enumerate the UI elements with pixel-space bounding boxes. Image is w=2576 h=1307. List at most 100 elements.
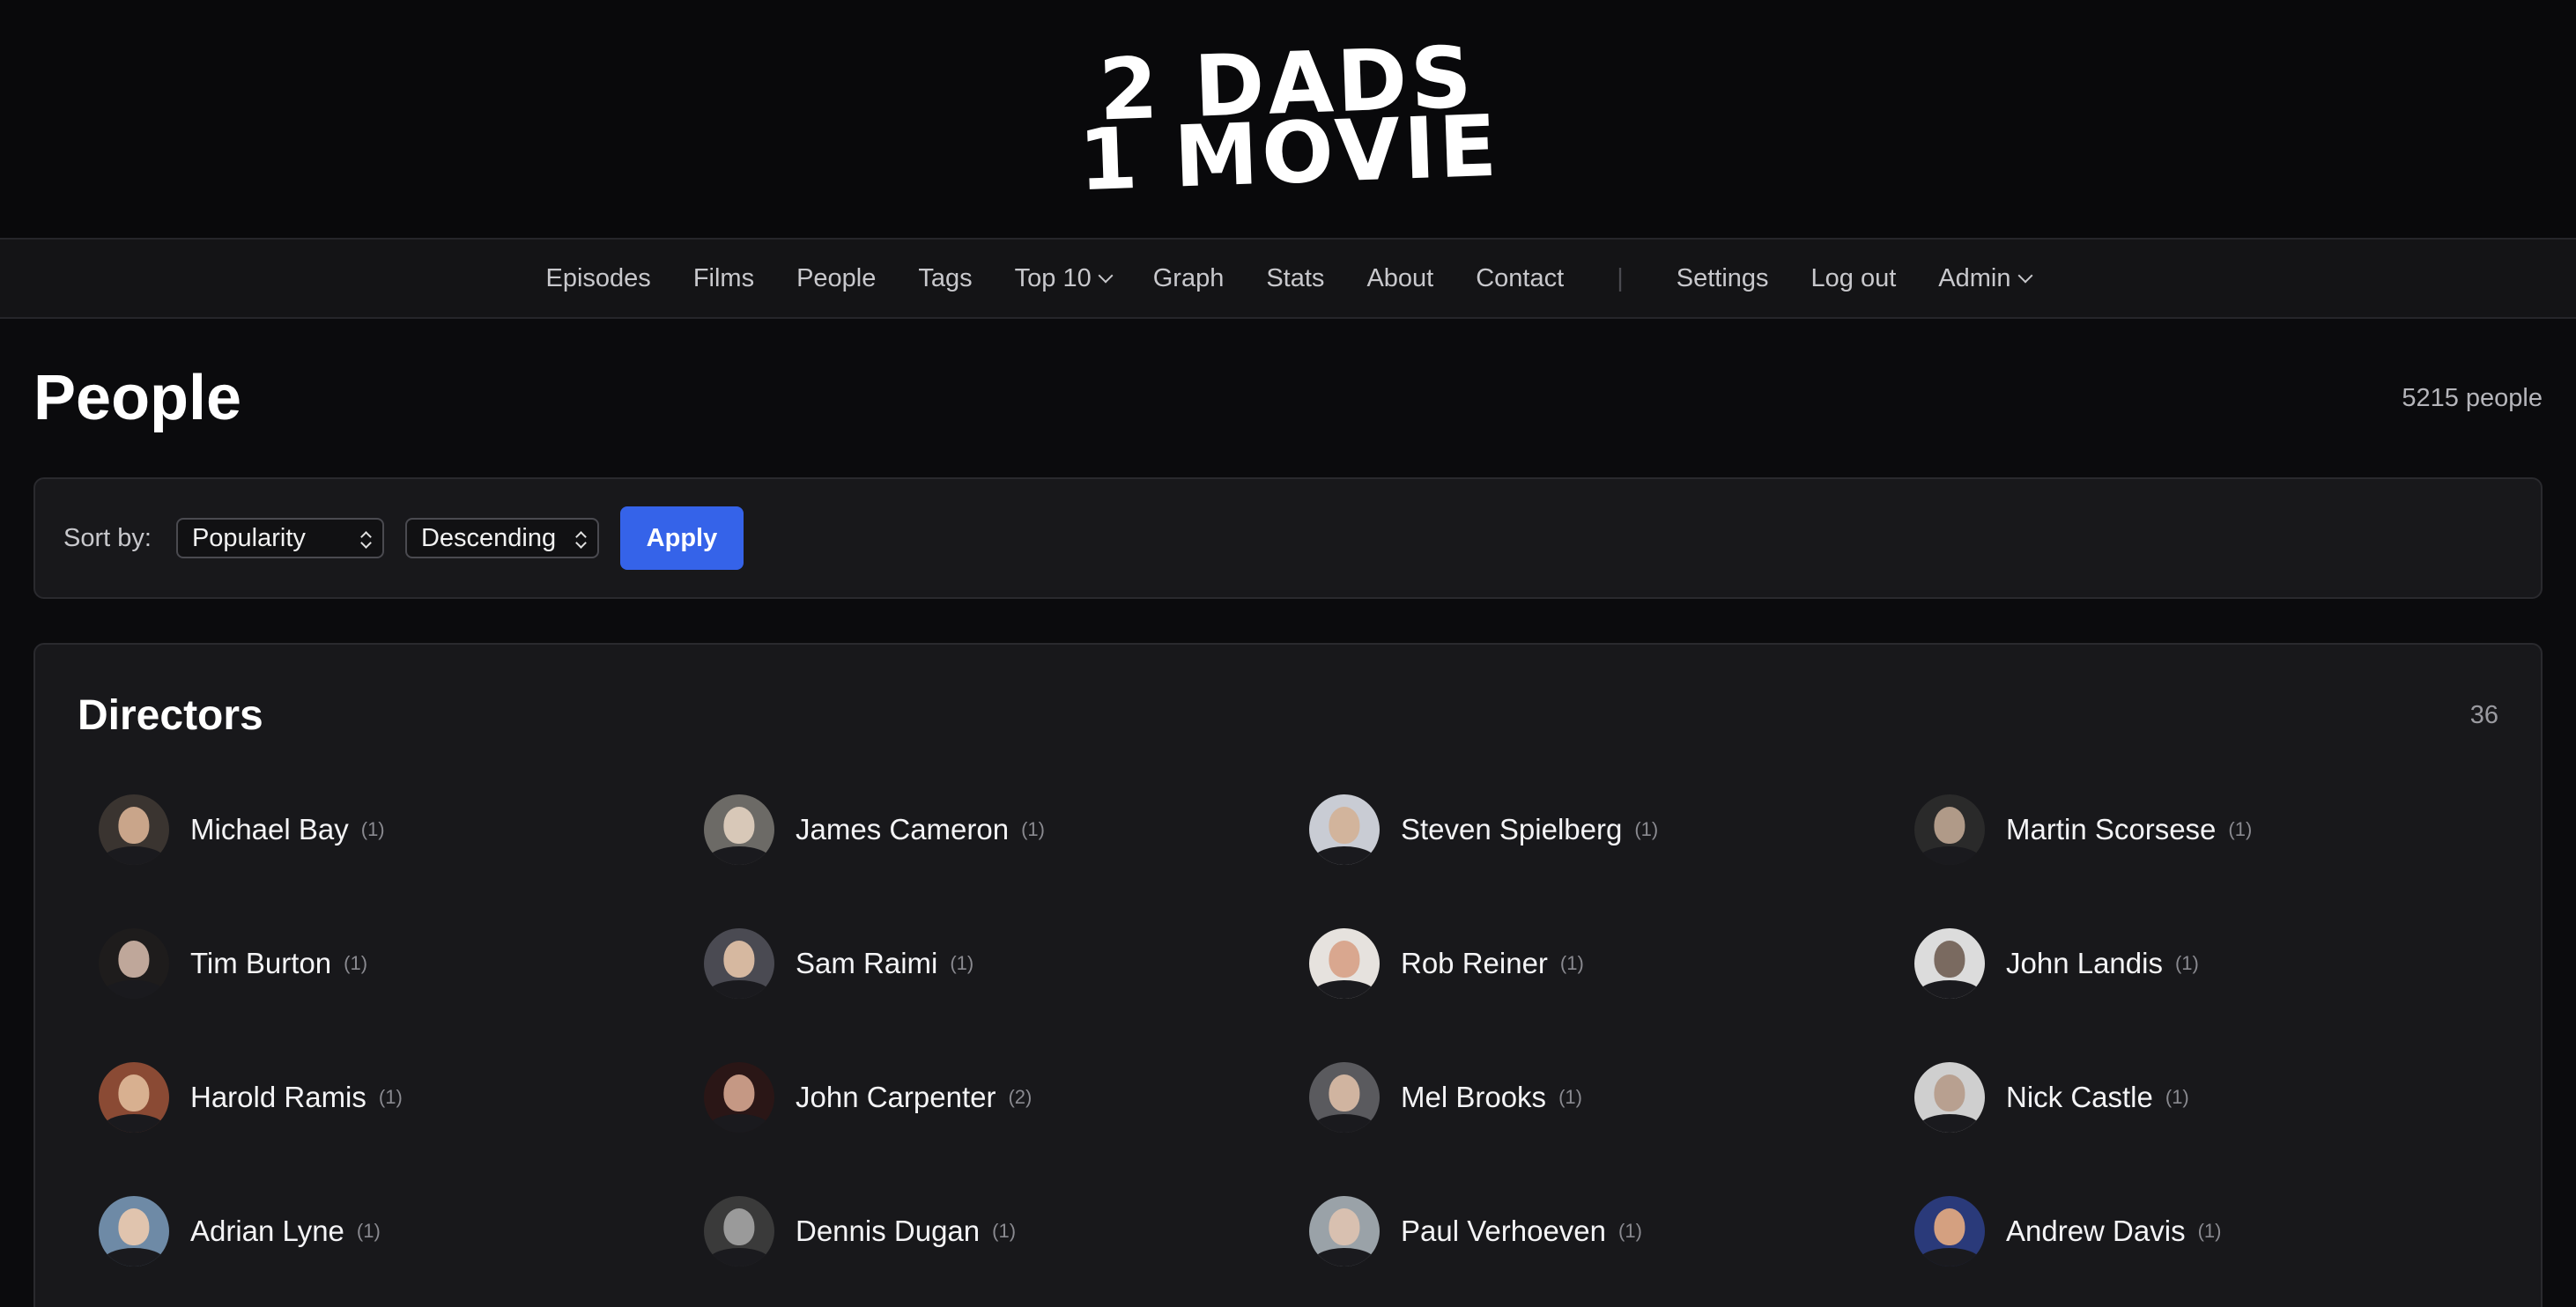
- person-name: Sam Raimi: [796, 947, 938, 979]
- person-name: James Cameron: [796, 813, 1010, 845]
- avatar: [1309, 1196, 1380, 1266]
- sort-order-select[interactable]: Descending: [404, 518, 599, 558]
- sort-field-select[interactable]: Popularity: [175, 518, 384, 558]
- nav-top10[interactable]: Top 10: [1014, 263, 1114, 293]
- person-film-count: (1): [378, 1086, 403, 1108]
- person-film-count: (1): [992, 1220, 1017, 1242]
- person-name: Rob Reiner: [1401, 947, 1548, 979]
- sort-panel: Sort by: Popularity Descending Apply: [33, 477, 2543, 599]
- person-name: Michael Bay: [190, 813, 349, 845]
- person-film-count: (2): [1008, 1086, 1033, 1108]
- person-name: Martin Scorsese: [2006, 813, 2217, 845]
- avatar: [704, 928, 774, 999]
- person-name: John Landis: [2006, 947, 2163, 979]
- person-film-count: (1): [2197, 1220, 2222, 1242]
- person-item[interactable]: Rob Reiner (1): [1288, 897, 1893, 1030]
- person-item[interactable]: Andrew Davis (1): [1893, 1164, 2498, 1298]
- avatar: [99, 1196, 169, 1266]
- apply-button[interactable]: Apply: [619, 506, 744, 570]
- person-film-count: (1): [344, 952, 368, 974]
- avatar: [704, 1196, 774, 1266]
- person-name: Dennis Dugan: [796, 1215, 981, 1247]
- avatar: [1914, 928, 1985, 999]
- avatar: [704, 1062, 774, 1133]
- person-item[interactable]: John Landis (1): [1893, 897, 2498, 1030]
- person-item[interactable]: Nick Castle (1): [1893, 1030, 2498, 1164]
- nav-logout[interactable]: Log out: [1811, 264, 1897, 293]
- site-header: 2 DADS 1 MOVIE: [0, 0, 2576, 238]
- person-item[interactable]: Michael Bay (1): [78, 763, 683, 897]
- nav-tags[interactable]: Tags: [918, 264, 972, 293]
- directors-title: Directors: [78, 691, 263, 739]
- person-item[interactable]: Tim Burton (1): [78, 897, 683, 1030]
- people-count: 5215 people: [2402, 383, 2543, 412]
- person-film-count: (1): [1021, 818, 1045, 840]
- logo-line-2: 1 MOVIE: [1077, 96, 1502, 210]
- nav-settings[interactable]: Settings: [1677, 264, 1769, 293]
- avatar: [1914, 1196, 1985, 1266]
- page-header: People 5215 people: [0, 319, 2576, 477]
- nav-episodes[interactable]: Episodes: [546, 264, 651, 293]
- nav-about[interactable]: About: [1366, 264, 1433, 293]
- person-film-count: (1): [950, 952, 974, 974]
- person-name: Harold Ramis: [190, 1081, 366, 1113]
- sort-field-value: Popularity: [191, 523, 306, 552]
- sort-label: Sort by:: [63, 523, 152, 552]
- nav-graph[interactable]: Graph: [1153, 264, 1225, 293]
- nav-contact[interactable]: Contact: [1476, 264, 1564, 293]
- person-item[interactable]: Adrian Lyne (1): [78, 1164, 683, 1298]
- person-item[interactable]: James Cameron (1): [683, 763, 1288, 897]
- person-film-count: (1): [1559, 952, 1584, 974]
- nav-admin[interactable]: Admin: [1938, 263, 2032, 293]
- avatar: [1309, 794, 1380, 865]
- avatar: [704, 794, 774, 865]
- nav-separator: |: [1617, 263, 1624, 292]
- person-item[interactable]: Dennis Dugan (1): [683, 1164, 1288, 1298]
- avatar: [99, 928, 169, 999]
- page-title: People: [33, 363, 242, 433]
- nav-top10-label: Top 10: [1014, 263, 1092, 292]
- nav-stats[interactable]: Stats: [1266, 264, 1324, 293]
- person-film-count: (1): [2228, 818, 2253, 840]
- person-film-count: (1): [1558, 1086, 1582, 1108]
- avatar: [1309, 1062, 1380, 1133]
- person-item[interactable]: Steven Spielberg (1): [1288, 763, 1893, 897]
- updown-chevron-icon: [575, 529, 587, 549]
- person-item[interactable]: John Carpenter (2): [683, 1030, 1288, 1164]
- person-name: Mel Brooks: [1401, 1081, 1547, 1113]
- directors-grid: Michael Bay (1) James Cameron (1) Steven Spi…: [78, 763, 2498, 1298]
- directors-count: 36: [2469, 700, 2498, 729]
- nav-admin-label: Admin: [1938, 263, 2011, 292]
- person-item[interactable]: Sam Raimi (1): [683, 897, 1288, 1030]
- avatar: [99, 794, 169, 865]
- person-item[interactable]: Martin Scorsese (1): [1893, 763, 2498, 897]
- person-film-count: (1): [1618, 1220, 1642, 1242]
- person-name: Nick Castle: [2006, 1081, 2153, 1113]
- person-item[interactable]: Harold Ramis (1): [78, 1030, 683, 1164]
- chevron-down-icon: [2017, 268, 2032, 284]
- person-film-count: (1): [356, 1220, 381, 1242]
- chevron-down-icon: [1098, 268, 1114, 284]
- person-film-count: (1): [360, 818, 385, 840]
- directors-card: Directors 36 Michael Bay (1) James Cameron…: [33, 643, 2543, 1307]
- person-name: Andrew Davis: [2006, 1215, 2186, 1247]
- avatar: [1914, 794, 1985, 865]
- updown-chevron-icon: [360, 529, 372, 549]
- avatar: [1309, 928, 1380, 999]
- nav-people[interactable]: People: [796, 264, 876, 293]
- nav-films[interactable]: Films: [693, 264, 754, 293]
- person-name: John Carpenter: [796, 1081, 996, 1113]
- person-name: Steven Spielberg: [1401, 813, 1623, 845]
- person-film-count: (1): [1634, 818, 1659, 840]
- person-film-count: (1): [2165, 1086, 2189, 1108]
- person-item[interactable]: Paul Verhoeven (1): [1288, 1164, 1893, 1298]
- avatar: [99, 1062, 169, 1133]
- person-name: Tim Burton: [190, 947, 332, 979]
- person-item[interactable]: Mel Brooks (1): [1288, 1030, 1893, 1164]
- person-film-count: (1): [2174, 952, 2199, 974]
- person-name: Adrian Lyne: [190, 1215, 344, 1247]
- site-logo[interactable]: 2 DADS 1 MOVIE: [1075, 28, 1502, 210]
- avatar: [1914, 1062, 1985, 1133]
- main-nav: Episodes Films People Tags Top 10 Graph …: [0, 238, 2576, 319]
- sort-order-value: Descending: [420, 523, 557, 552]
